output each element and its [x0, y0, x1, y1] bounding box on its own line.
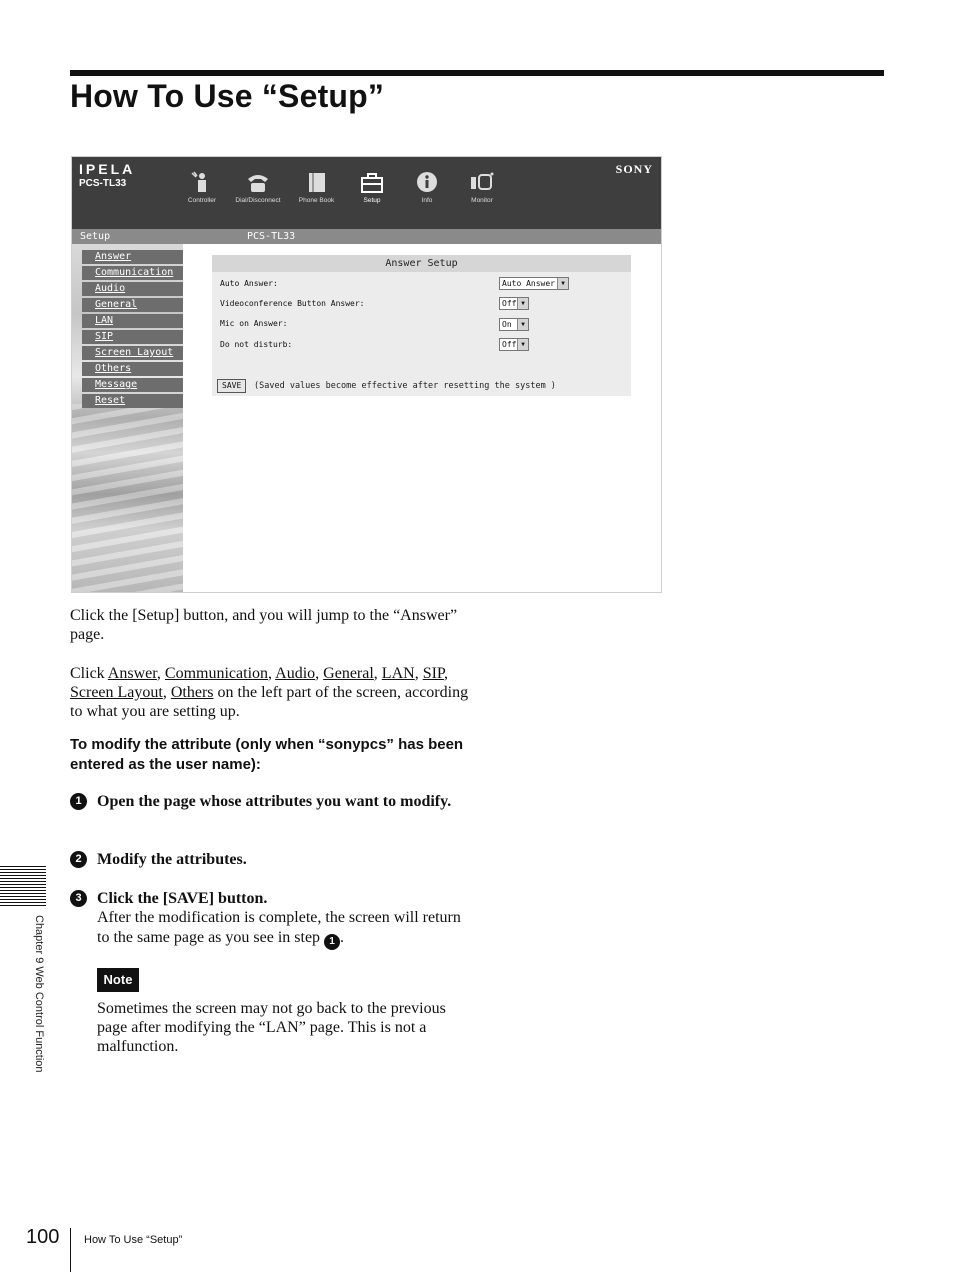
save-button[interactable]: SAVE: [217, 379, 247, 393]
mic-on-answer-select[interactable]: On ▼: [499, 318, 529, 331]
page-number: 100: [26, 1226, 60, 1248]
link-answer[interactable]: Answer: [108, 665, 157, 682]
toolbox-icon: [361, 173, 383, 193]
link-audio[interactable]: Audio: [275, 665, 315, 682]
toolbar-label: Setup: [363, 197, 381, 204]
toolbar-label: Info: [421, 197, 433, 204]
device-label: PCS-TL33: [247, 231, 296, 242]
chapter-label: Chapter 9 Web Control Function: [33, 915, 45, 1073]
chevron-down-icon: ▼: [517, 298, 528, 309]
ipela-logo: IPELA: [79, 161, 136, 177]
menu-item-audio[interactable]: Audio: [82, 282, 183, 296]
sub-header: Setup PCS-TL33: [72, 229, 661, 244]
info-button[interactable]: Info: [407, 171, 447, 204]
link-others[interactable]: Others: [171, 684, 214, 701]
info-icon: [417, 172, 437, 192]
setup-menu: Answer Communication Audio General LAN S…: [82, 250, 183, 410]
toolbar-label: Controller: [187, 197, 217, 204]
chevron-down-icon: ▼: [557, 278, 568, 289]
step-ref: 1: [324, 933, 341, 950]
note-text: Sometimes the screen may not go back to …: [97, 1000, 446, 1055]
select-value: Off: [502, 299, 517, 308]
section-heading: To modify the attribute (only when “sony…: [70, 736, 464, 773]
save-note: (Saved values become effective after res…: [254, 381, 556, 391]
controller-button[interactable]: Controller: [182, 171, 222, 204]
menu-item-others[interactable]: Others: [82, 362, 183, 376]
do-not-disturb-select[interactable]: Off ▼: [499, 338, 529, 351]
setup-screenshot: IPELA PCS-TL33 SONY Controller Dial/Disc…: [71, 156, 662, 593]
button-answer-select[interactable]: Off ▼: [499, 297, 529, 310]
chevron-down-icon: ▼: [517, 319, 528, 330]
phonebook-icon: [308, 173, 325, 192]
link-communication[interactable]: Communication: [165, 665, 268, 682]
menu-item-answer[interactable]: Answer: [82, 250, 183, 264]
monitor-button[interactable]: Monitor: [462, 171, 502, 204]
controller-icon: [191, 171, 206, 192]
phone-book-button[interactable]: Phone Book: [294, 171, 339, 204]
auto-answer-select[interactable]: Auto Answer ▼: [499, 277, 569, 290]
toolbar-label: Phone Book: [298, 197, 335, 204]
link-lan[interactable]: LAN: [382, 665, 415, 682]
answer-setup-panel: Answer Setup Auto Answer: Auto Answer ▼ V…: [212, 255, 631, 396]
menu-item-message[interactable]: Message: [82, 378, 183, 392]
menu-item-sip[interactable]: SIP: [82, 330, 183, 344]
select-value: On: [502, 320, 512, 329]
intro-paragraph: Click the [Setup] button, and you will j…: [70, 607, 458, 643]
toolbar-label: Monitor: [471, 197, 493, 204]
setup-label: Setup: [80, 231, 111, 242]
step-number: 3: [70, 890, 87, 907]
link-sip[interactable]: SIP: [423, 665, 444, 682]
field-label: Mic on Answer:: [220, 319, 288, 328]
menu-item-reset[interactable]: Reset: [82, 394, 183, 408]
chevron-down-icon: ▼: [517, 339, 528, 350]
select-value: Off: [502, 340, 517, 349]
step-text: Click the [SAVE] button.: [97, 890, 268, 907]
step-3-detail-text: After the modification is complete, the …: [97, 908, 467, 950]
setup-button[interactable]: Setup: [352, 171, 392, 204]
panel-title: Answer Setup: [212, 255, 631, 272]
note-badge: Note: [97, 968, 139, 992]
menu-item-lan[interactable]: LAN: [82, 314, 183, 328]
model-name: PCS-TL33: [79, 178, 127, 189]
link-general[interactable]: General: [323, 665, 374, 682]
step-number: 2: [70, 851, 87, 868]
title-rule: [70, 70, 884, 76]
menu-item-screen-layout[interactable]: Screen Layout: [82, 346, 183, 360]
select-value: Auto Answer: [502, 279, 555, 288]
field-label: Do not disturb:: [220, 340, 293, 349]
menu-item-communication[interactable]: Communication: [82, 266, 183, 280]
footer-title: How To Use “Setup”: [84, 1234, 183, 1246]
top-bar: IPELA PCS-TL33 SONY Controller Dial/Disc…: [72, 157, 661, 229]
field-label: Auto Answer:: [220, 279, 278, 288]
phone-icon: [248, 175, 268, 192]
step-number: 1: [70, 793, 87, 810]
menu-links-paragraph: Click Answer, Communication, Audio, Gene…: [70, 665, 469, 720]
footer-divider: [70, 1228, 71, 1272]
toolbar-label: Dial/Disconnect: [235, 197, 281, 204]
sony-logo: SONY: [615, 162, 653, 176]
step-text: Modify the attributes.: [97, 851, 247, 868]
monitor-icon: [471, 172, 494, 190]
step-text: Open the page whose attributes you want …: [97, 793, 452, 810]
field-label: Videoconference Button Answer:: [220, 299, 365, 308]
link-screen-layout[interactable]: Screen Layout: [70, 684, 163, 701]
menu-item-general[interactable]: General: [82, 298, 183, 312]
detail-text: After the modification is complete, the …: [97, 909, 461, 946]
chapter-tab: [0, 866, 46, 908]
dial-disconnect-button[interactable]: Dial/Disconnect: [227, 171, 289, 204]
para-prefix: Click: [70, 665, 105, 682]
page-title: How To Use “Setup”: [70, 78, 385, 114]
